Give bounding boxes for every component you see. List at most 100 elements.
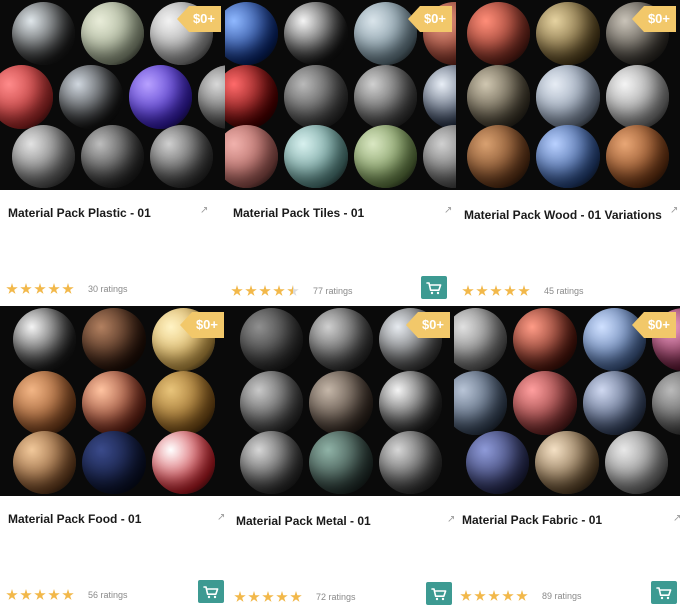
rating-star-icon bbox=[259, 285, 271, 296]
add-to-cart-button[interactable] bbox=[198, 580, 224, 603]
material-sphere-thumbnail bbox=[0, 65, 54, 129]
material-sphere-thumbnail bbox=[582, 308, 646, 372]
material-sphere-thumbnail bbox=[309, 308, 373, 372]
material-sphere-thumbnail bbox=[423, 65, 456, 129]
product-thumbnail[interactable]: $0+ bbox=[0, 306, 228, 496]
material-sphere-thumbnail bbox=[284, 2, 348, 66]
add-to-cart-button[interactable] bbox=[426, 582, 452, 605]
product-title[interactable]: Material Pack Metal - 01 bbox=[236, 514, 371, 528]
ratings-count: 72 ratings bbox=[316, 592, 356, 602]
rating-star-icon bbox=[245, 285, 257, 296]
rating-star-icon bbox=[518, 285, 530, 296]
external-link-icon[interactable]: ↗ bbox=[673, 513, 680, 524]
material-sphere-thumbnail bbox=[128, 65, 192, 129]
product-thumbnail[interactable]: $0+ bbox=[454, 306, 680, 496]
rating-star-icon bbox=[262, 591, 274, 602]
material-sphere-thumbnail bbox=[535, 430, 599, 494]
product-title[interactable]: Material Pack Food - 01 bbox=[8, 512, 141, 526]
ratings-count: 56 ratings bbox=[88, 590, 128, 600]
material-sphere-thumbnail bbox=[80, 124, 145, 188]
product-card[interactable]: $0+ Material Pack Food - 01 ↗ 56 ratings bbox=[0, 306, 228, 612]
material-sphere-thumbnail bbox=[59, 65, 123, 129]
material-sphere-thumbnail bbox=[284, 65, 348, 129]
material-sphere-thumbnail bbox=[652, 371, 680, 435]
rating-stars bbox=[231, 285, 299, 297]
rating-star-icon bbox=[290, 591, 302, 602]
rating-star-icon bbox=[20, 589, 32, 600]
add-to-cart-button[interactable] bbox=[421, 276, 447, 299]
material-sphere-thumbnail bbox=[605, 124, 669, 188]
material-sphere-thumbnail bbox=[225, 124, 279, 188]
material-sphere-thumbnail bbox=[536, 2, 600, 66]
material-sphere-thumbnail bbox=[454, 308, 508, 372]
material-sphere-thumbnail bbox=[240, 371, 304, 435]
product-title[interactable]: Material Pack Tiles - 01 bbox=[233, 206, 364, 220]
material-sphere-thumbnail bbox=[378, 430, 442, 494]
material-sphere-thumbnail bbox=[353, 65, 417, 129]
ratings-count: 45 ratings bbox=[544, 286, 584, 296]
product-title[interactable]: Material Pack Plastic - 01 bbox=[8, 206, 151, 220]
rating-stars bbox=[6, 589, 74, 601]
material-sphere-thumbnail bbox=[240, 308, 304, 372]
material-sphere-thumbnail bbox=[13, 308, 77, 372]
product-title[interactable]: Material Pack Fabric - 01 bbox=[462, 513, 602, 527]
material-sphere-thumbnail bbox=[466, 430, 530, 494]
external-link-icon[interactable]: ↗ bbox=[444, 205, 452, 216]
product-card[interactable]: $0+ Material Pack Plastic - 01 ↗ 30 ratings bbox=[0, 0, 225, 306]
product-card[interactable]: $0+ Material Pack Metal - 01 ↗ 72 ratings bbox=[228, 306, 454, 612]
external-link-icon[interactable]: ↗ bbox=[447, 514, 454, 525]
material-sphere-thumbnail bbox=[467, 124, 531, 188]
add-to-cart-button[interactable] bbox=[651, 581, 677, 604]
material-sphere-thumbnail bbox=[225, 65, 279, 129]
product-card[interactable]: $0+ Material Pack Fabric - 01 ↗ 89 ratings bbox=[454, 306, 680, 612]
product-card[interactable]: $0+ Material Pack Wood - 01 Variations ↗ 45… bbox=[456, 0, 680, 306]
cart-icon bbox=[656, 586, 672, 599]
rating-star-icon bbox=[34, 589, 46, 600]
rating-stars bbox=[234, 591, 302, 603]
rating-star-icon bbox=[6, 283, 18, 294]
material-sphere-thumbnail bbox=[151, 371, 215, 435]
material-sphere-thumbnail bbox=[454, 371, 508, 435]
material-sphere-thumbnail bbox=[467, 65, 531, 129]
product-thumbnail[interactable]: $0+ bbox=[0, 0, 225, 190]
material-sphere-thumbnail bbox=[513, 308, 577, 372]
product-title[interactable]: Material Pack Wood - 01 Variations bbox=[464, 208, 662, 222]
material-sphere-thumbnail bbox=[309, 371, 373, 435]
product-thumbnail[interactable]: $0+ bbox=[228, 306, 454, 496]
rating-star-icon bbox=[273, 285, 285, 296]
material-sphere-thumbnail bbox=[604, 430, 668, 494]
product-thumbnail[interactable]: $0+ bbox=[225, 0, 456, 190]
external-link-icon[interactable]: ↗ bbox=[217, 512, 225, 523]
product-card[interactable]: $0+ Material Pack Tiles - 01 ↗ 77 ratings bbox=[225, 0, 456, 306]
material-sphere-thumbnail bbox=[309, 430, 373, 494]
material-sphere-thumbnail bbox=[80, 2, 145, 66]
rating-star-icon bbox=[516, 590, 528, 601]
material-sphere-thumbnail bbox=[13, 430, 77, 494]
cart-icon bbox=[426, 281, 442, 294]
material-sphere-thumbnail bbox=[240, 430, 304, 494]
material-sphere-thumbnail bbox=[353, 124, 417, 188]
rating-star-icon bbox=[48, 589, 60, 600]
material-sphere-thumbnail bbox=[225, 2, 279, 66]
ratings-count: 77 ratings bbox=[313, 286, 353, 296]
rating-star-icon bbox=[231, 285, 243, 296]
rating-star-icon bbox=[474, 590, 486, 601]
rating-star-icon bbox=[460, 590, 472, 601]
rating-stars bbox=[460, 590, 528, 602]
rating-stars bbox=[6, 283, 74, 295]
product-thumbnail[interactable]: $0+ bbox=[456, 0, 680, 190]
material-sphere-thumbnail bbox=[353, 2, 417, 66]
external-link-icon[interactable]: ↗ bbox=[200, 205, 208, 216]
rating-star-icon bbox=[502, 590, 514, 601]
cart-icon bbox=[203, 585, 219, 598]
material-sphere-thumbnail bbox=[11, 2, 75, 66]
material-sphere-thumbnail bbox=[150, 124, 214, 188]
rating-star-icon bbox=[62, 589, 74, 600]
material-sphere-thumbnail bbox=[82, 371, 146, 435]
external-link-icon[interactable]: ↗ bbox=[670, 205, 678, 216]
rating-star-icon bbox=[490, 285, 502, 296]
rating-star-icon bbox=[488, 590, 500, 601]
material-sphere-thumbnail bbox=[378, 371, 442, 435]
rating-star-icon bbox=[476, 285, 488, 296]
material-sphere-thumbnail bbox=[13, 371, 77, 435]
